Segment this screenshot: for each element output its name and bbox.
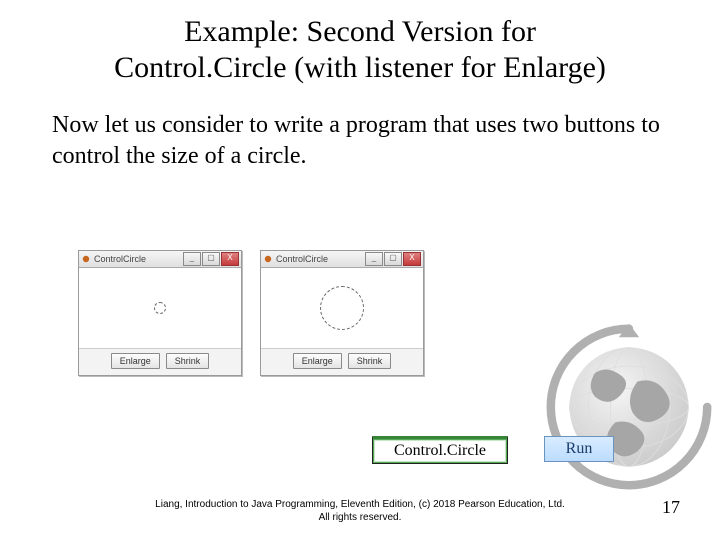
slide: Example: Second Version for Control.Circ… bbox=[0, 0, 720, 540]
circle-shape-large bbox=[320, 286, 364, 330]
circle-shape-small bbox=[154, 302, 166, 314]
titlebar: ControlCircle _ ▢ X bbox=[79, 251, 241, 268]
globe-decoration bbox=[544, 322, 714, 492]
close-button[interactable]: X bbox=[221, 252, 239, 266]
java-icon bbox=[81, 254, 91, 264]
run-link[interactable]: Run bbox=[544, 436, 614, 462]
controlcircle-link[interactable]: Control.Circle bbox=[372, 436, 508, 464]
body-text: Now let us consider to write a program t… bbox=[0, 86, 720, 172]
footer-line-2: All rights reserved. bbox=[319, 512, 402, 523]
circle-canvas bbox=[79, 268, 241, 348]
maximize-button[interactable]: ▢ bbox=[202, 252, 220, 266]
slide-title: Example: Second Version for Control.Circ… bbox=[0, 0, 720, 86]
close-button[interactable]: X bbox=[403, 252, 421, 266]
button-row: Enlarge Shrink bbox=[261, 348, 423, 375]
minimize-button[interactable]: _ bbox=[183, 252, 201, 266]
title-line-1: Example: Second Version for bbox=[184, 15, 536, 48]
screenshot-row: ControlCircle _ ▢ X Enlarge Shrink Contr… bbox=[78, 250, 424, 376]
window-small-circle: ControlCircle _ ▢ X Enlarge Shrink bbox=[78, 250, 242, 376]
java-icon bbox=[263, 254, 273, 264]
footer: Liang, Introduction to Java Programming,… bbox=[0, 499, 720, 524]
maximize-button[interactable]: ▢ bbox=[384, 252, 402, 266]
titlebar: ControlCircle _ ▢ X bbox=[261, 251, 423, 268]
shrink-button[interactable]: Shrink bbox=[348, 353, 392, 369]
button-row: Enlarge Shrink bbox=[79, 348, 241, 375]
circle-canvas bbox=[261, 268, 423, 348]
title-line-2: Control.Circle (with listener for Enlarg… bbox=[114, 51, 606, 84]
minimize-button[interactable]: _ bbox=[365, 252, 383, 266]
run-link-label: Run bbox=[566, 440, 593, 458]
shrink-button[interactable]: Shrink bbox=[166, 353, 210, 369]
controlcircle-link-label: Control.Circle bbox=[394, 442, 486, 460]
window-large-circle: ControlCircle _ ▢ X Enlarge Shrink bbox=[260, 250, 424, 376]
window-title: ControlCircle bbox=[94, 254, 146, 264]
footer-line-1: Liang, Introduction to Java Programming,… bbox=[155, 499, 565, 510]
enlarge-button[interactable]: Enlarge bbox=[111, 353, 160, 369]
window-title: ControlCircle bbox=[276, 254, 328, 264]
page-number: 17 bbox=[662, 497, 680, 518]
enlarge-button[interactable]: Enlarge bbox=[293, 353, 342, 369]
